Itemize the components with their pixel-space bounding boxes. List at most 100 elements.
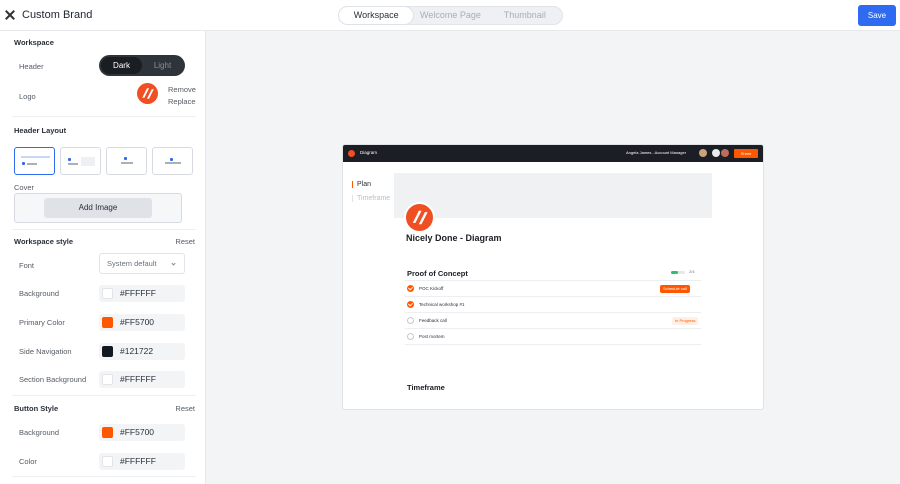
close-icon[interactable] — [5, 10, 15, 20]
preview-divider — [405, 296, 701, 297]
theme-toggle: Dark Light — [99, 55, 185, 76]
layout-option-center-line[interactable] — [152, 147, 193, 175]
preview-user-name: Angela James - Account Manager — [626, 150, 687, 155]
preview-timeframe-title: Timeframe — [407, 383, 445, 392]
side-navigation-color-label: Side Navigation — [19, 347, 72, 356]
theme-option-dark[interactable]: Dark — [101, 57, 142, 74]
tab-workspace[interactable]: Workspace — [339, 7, 414, 24]
section-title-workspace-style: Workspace style — [14, 237, 74, 246]
tab-switcher: Workspace Welcome Page Thumbnail — [338, 6, 563, 25]
tab-welcome-page[interactable]: Welcome Page — [413, 7, 487, 24]
layout-option-center[interactable] — [106, 147, 147, 175]
cover-label: Cover — [14, 183, 35, 192]
preview-task-label: Technical workshop #1 — [419, 302, 465, 307]
chevron-down-icon — [171, 261, 176, 266]
section-background-color-label: Section Background — [19, 375, 87, 384]
top-bar: Custom Brand Workspace Welcome Page Thum… — [0, 0, 900, 31]
preview-cover — [394, 173, 712, 218]
layout-bar — [121, 162, 133, 164]
remove-logo-link[interactable]: Remove — [168, 85, 196, 94]
logo-label: Logo — [19, 92, 36, 101]
color-hex-value: #FFFFFF — [120, 374, 156, 384]
task-circle-icon — [407, 317, 414, 324]
header-label: Header — [19, 62, 44, 71]
button-text-color-label: Color — [19, 457, 37, 466]
preview-divider — [405, 344, 701, 345]
workspace-preview: Diagram Angela James - Account Manager S… — [342, 144, 764, 410]
preview-workspace-title: Nicely Done - Diagram — [406, 233, 502, 243]
color-swatch[interactable] — [102, 346, 113, 357]
preview-task-label: Feedback call — [419, 318, 447, 323]
preview-brand-name: Diagram — [360, 150, 378, 155]
preview-task-label: Post mortem — [419, 334, 445, 339]
preview-task-label: POC Kickoff — [419, 286, 444, 291]
background-color-label: Background — [19, 289, 60, 298]
color-swatch[interactable] — [102, 374, 113, 385]
color-swatch[interactable] — [102, 288, 113, 299]
preview-schedule-call-button: Schedule call — [660, 285, 690, 293]
color-hex-value: #FFFFFF — [120, 288, 156, 298]
button-text-color-field[interactable]: #FFFFFF — [99, 453, 185, 470]
avatar — [721, 149, 729, 157]
header-layout-options — [14, 147, 193, 175]
font-label: Font — [19, 261, 35, 270]
layout-option-left[interactable] — [60, 147, 101, 175]
color-swatch[interactable] — [102, 317, 113, 328]
background-color-field[interactable]: #FFFFFF — [99, 285, 185, 302]
button-style-reset-button[interactable]: Reset — [175, 404, 195, 413]
color-hex-value: #FFFFFF — [120, 456, 156, 466]
color-swatch[interactable] — [102, 456, 113, 467]
preview-divider — [405, 328, 701, 329]
settings-panel: Workspace Header Dark Light Logo Remove … — [0, 31, 206, 484]
primary-color-field[interactable]: #FF5700 — [99, 314, 185, 331]
brand-logo — [137, 83, 158, 104]
add-image-button[interactable]: Add Image — [44, 198, 152, 218]
color-hex-value: #121722 — [120, 346, 154, 356]
task-check-icon — [407, 285, 414, 292]
color-hex-value: #FF5700 — [120, 427, 155, 437]
theme-option-light[interactable]: Light — [142, 57, 183, 74]
section-title-button-style: Button Style — [14, 404, 59, 413]
preview-canvas: Diagram Angela James - Account Manager S… — [206, 31, 900, 484]
section-title-workspace: Workspace — [14, 38, 54, 47]
task-circle-icon — [407, 333, 414, 340]
color-swatch[interactable] — [102, 427, 113, 438]
layout-dot — [22, 162, 25, 165]
preview-nav-plan: Plan — [352, 181, 371, 188]
task-check-icon — [407, 301, 414, 308]
divider — [12, 229, 196, 230]
layout-dot — [124, 157, 127, 160]
layout-dot — [170, 158, 173, 161]
divider — [12, 395, 196, 396]
layout-dot — [68, 158, 71, 161]
preview-divider — [405, 280, 701, 281]
tab-thumbnail[interactable]: Thumbnail — [488, 7, 562, 24]
preview-progress-text: 2/4 — [689, 269, 695, 274]
preview-divider — [405, 312, 701, 313]
color-hex-value: #FF5700 — [120, 317, 155, 327]
workspace-style-reset-button[interactable]: Reset — [175, 237, 195, 246]
layout-bar — [27, 163, 37, 165]
preview-status-badge: In Progress — [672, 317, 699, 325]
button-background-color-field[interactable]: #FF5700 — [99, 424, 185, 441]
layout-option-left-wide[interactable] — [14, 147, 55, 175]
layout-bar — [81, 157, 95, 166]
save-button[interactable]: Save — [858, 5, 896, 26]
divider — [12, 116, 196, 117]
layout-bar — [21, 156, 50, 158]
font-select-value: System default — [107, 259, 157, 268]
section-background-color-field[interactable]: #FFFFFF — [99, 371, 185, 388]
side-navigation-color-field[interactable]: #121722 — [99, 343, 185, 360]
preview-progress-fill — [671, 271, 678, 274]
primary-color-label: Primary Color — [19, 318, 65, 327]
font-select[interactable]: System default — [99, 253, 185, 274]
preview-logo-large — [404, 202, 435, 233]
layout-bar — [68, 163, 78, 165]
section-title-header-layout: Header Layout — [14, 126, 67, 135]
divider — [12, 476, 196, 477]
replace-logo-link[interactable]: Replace — [168, 97, 196, 106]
cover-dropzone: Add Image — [14, 193, 182, 223]
preview-logo-small — [348, 150, 355, 157]
page-title: Custom Brand — [22, 9, 93, 21]
preview-section-title: Proof of Concept — [407, 269, 468, 278]
